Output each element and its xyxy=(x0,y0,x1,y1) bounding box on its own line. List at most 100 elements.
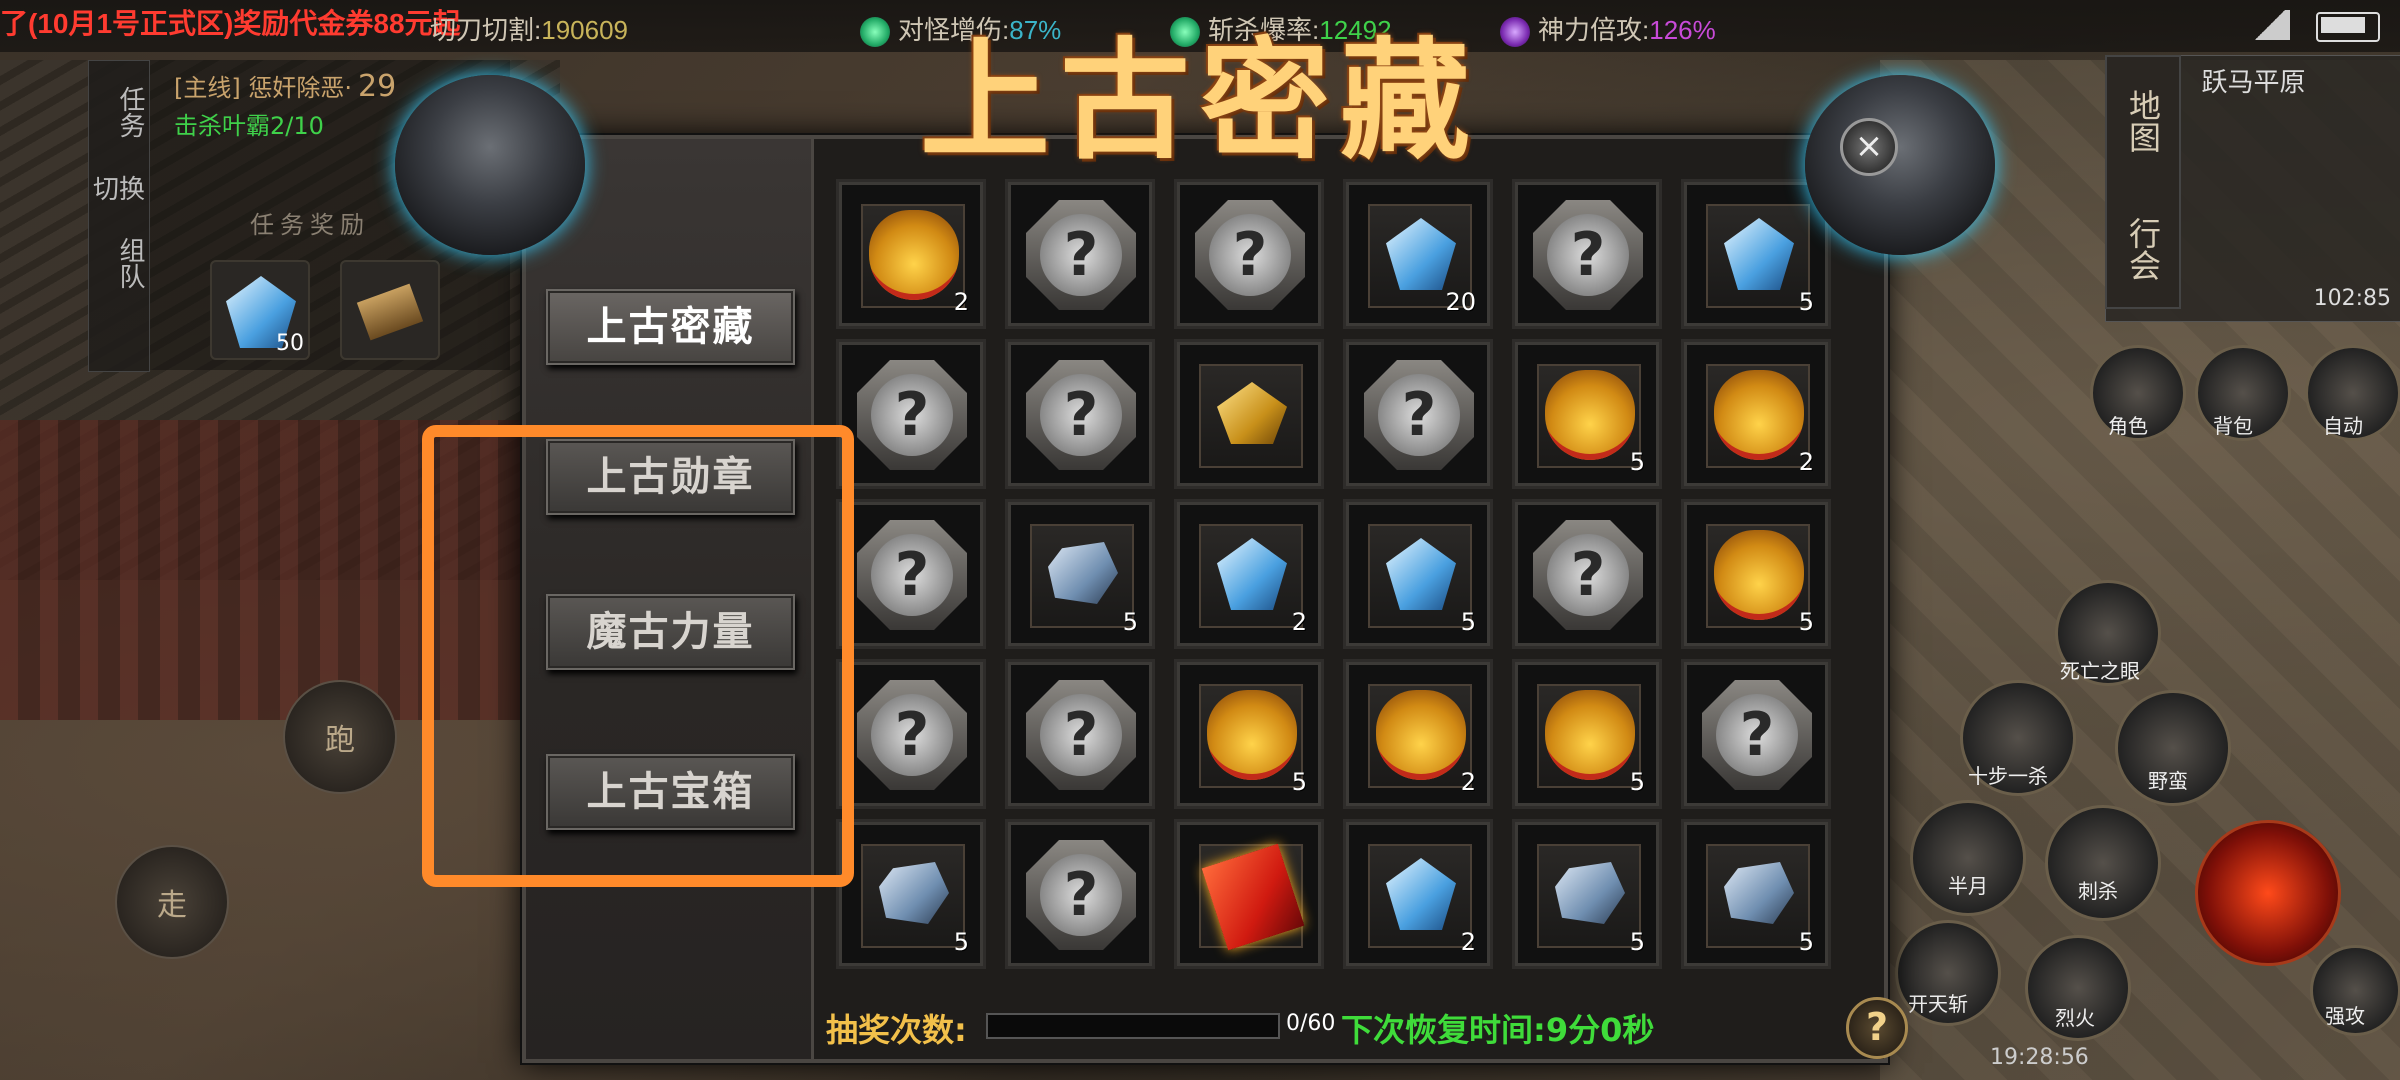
reward-slot[interactable] xyxy=(340,260,440,360)
walk-button[interactable]: 走 xyxy=(115,845,229,959)
skill-label: 死亡之眼 xyxy=(2060,659,2140,683)
mystery-slot[interactable]: ? xyxy=(836,659,986,809)
item-count: 2 xyxy=(1460,928,1476,956)
treasure-bag-icon xyxy=(1545,690,1635,780)
item-count: 2 xyxy=(1460,768,1476,796)
recover-value: 9分0秒 xyxy=(1545,1011,1655,1049)
skill-label: 野蛮 xyxy=(2148,769,2188,793)
mystery-slot[interactable]: ? xyxy=(1005,179,1155,329)
question-mark-glyph: ? xyxy=(1040,694,1122,776)
question-mark-glyph: ? xyxy=(1547,214,1629,296)
stat-label: 切刀切割: xyxy=(430,15,542,45)
draw-progress-bar xyxy=(986,1013,1280,1039)
reward-slot[interactable]: 2 xyxy=(1681,339,1831,489)
reward-slot[interactable]: 2 xyxy=(836,179,986,329)
reward-slot[interactable]: 5 xyxy=(1681,499,1831,649)
question-mark-icon: ? xyxy=(857,680,967,790)
mystery-slot[interactable]: ? xyxy=(1343,339,1493,489)
question-mark-glyph: ? xyxy=(871,534,953,616)
mystery-slot[interactable]: ? xyxy=(1005,659,1155,809)
question-mark-icon: ? xyxy=(1026,200,1136,310)
tab-quest[interactable]: 任务 xyxy=(89,61,149,163)
skill-label: 强攻 xyxy=(2325,1004,2365,1028)
help-button[interactable]: ? xyxy=(1846,997,1908,1059)
question-mark-glyph: ? xyxy=(871,374,953,456)
scroll-icon xyxy=(356,283,424,341)
quest-title[interactable]: [主线] 惩奸除恶· 29 xyxy=(174,68,396,104)
run-button[interactable]: 跑 xyxy=(283,680,397,794)
reward-slot[interactable]: 5 xyxy=(836,819,986,969)
skill-label: 自动 xyxy=(2323,414,2363,438)
question-mark-glyph: ? xyxy=(871,694,953,776)
main-attack-button[interactable] xyxy=(2195,820,2341,966)
mystery-slot[interactable]: ? xyxy=(1681,659,1831,809)
item-count: 5 xyxy=(1798,608,1814,636)
item-count: 5 xyxy=(1460,608,1476,636)
skill-label: 半月 xyxy=(1948,874,1988,898)
reward-slot[interactable]: 5 xyxy=(1343,499,1493,649)
reward-slot[interactable]: 5 xyxy=(1512,819,1662,969)
reward-slot[interactable]: 2 xyxy=(1343,659,1493,809)
item-count: 5 xyxy=(1629,928,1645,956)
question-mark-glyph: ? xyxy=(1040,854,1122,936)
treasure-bag-icon xyxy=(869,210,959,300)
question-mark-icon: ? xyxy=(1026,360,1136,470)
stat-cut: 切刀切割:190609 xyxy=(430,10,628,47)
item-count: 5 xyxy=(1798,288,1814,316)
reward-slot[interactable]: 5 xyxy=(1174,659,1324,809)
reward-slot[interactable]: 20 xyxy=(1343,179,1493,329)
question-mark-glyph: ? xyxy=(1040,214,1122,296)
tab-guild[interactable]: 行会 xyxy=(2124,185,2162,313)
stat-value: 126% xyxy=(1649,15,1716,45)
reward-slot[interactable]: 5 xyxy=(1512,659,1662,809)
reward-slot[interactable]: 2 xyxy=(1343,819,1493,969)
mystery-slot[interactable]: ? xyxy=(1174,179,1324,329)
announcement-text[interactable]: 了(10月1号正式区)奖励代金券88元起 xyxy=(0,2,461,42)
item-count: 2 xyxy=(1291,608,1307,636)
mystery-slot[interactable]: ? xyxy=(1005,819,1155,969)
question-mark-icon: ? xyxy=(1702,680,1812,790)
question-mark-icon: ? xyxy=(1533,520,1643,630)
reward-slot[interactable]: 2 xyxy=(1174,499,1324,649)
question-mark-icon: ? xyxy=(1533,200,1643,310)
skill-label: 刺杀 xyxy=(2078,879,2118,903)
draw-count: 0/60 xyxy=(1286,1011,1336,1036)
question-mark-glyph: ? xyxy=(1716,694,1798,776)
mystery-slot[interactable]: ? xyxy=(1512,499,1662,649)
reward-slot[interactable] xyxy=(1174,339,1324,489)
item-count: 5 xyxy=(953,928,969,956)
quest-objective[interactable]: 击杀叶霸2/10 xyxy=(174,106,324,141)
draw-status-bar: 抽奖次数: 0/60 下次恢复时间:9分0秒 ? xyxy=(816,997,1908,1059)
tab-ancient-treasure[interactable]: 上古密藏 xyxy=(546,289,795,365)
tab-team[interactable]: 组队 xyxy=(89,212,149,314)
tab-map[interactable]: 地图 xyxy=(2124,57,2162,185)
reward-slot[interactable]: 50 xyxy=(210,260,310,360)
map-coords: 102:85 xyxy=(2313,286,2391,311)
mystery-slot[interactable]: ? xyxy=(1512,179,1662,329)
treasure-bag-icon xyxy=(1714,370,1804,460)
quest-name: [主线] 惩奸除恶· xyxy=(174,74,352,102)
quest-side-tabs: 任务 切换 组队 xyxy=(88,60,150,372)
recover-time: 下次恢复时间:9分0秒 xyxy=(1341,1005,1654,1051)
reward-slot[interactable] xyxy=(1174,819,1324,969)
tab-switch[interactable]: 切换 xyxy=(89,163,149,212)
mystery-slot[interactable]: ? xyxy=(836,499,986,649)
reward-slot[interactable]: 5 xyxy=(1512,339,1662,489)
mystery-slot[interactable]: ? xyxy=(836,339,986,489)
map-tabs: 地图 行会 xyxy=(2105,55,2181,309)
mystery-slot[interactable]: ? xyxy=(1005,339,1155,489)
reward-slot[interactable]: 5 xyxy=(1681,179,1831,329)
tab-highlight-box xyxy=(422,425,854,887)
question-mark-icon: ? xyxy=(857,520,967,630)
treasure-bag-icon xyxy=(1714,530,1804,620)
recover-label: 下次恢复时间: xyxy=(1341,1011,1546,1049)
close-button[interactable]: × xyxy=(1840,118,1898,176)
treasure-bag-icon xyxy=(1376,690,1466,780)
reward-slot[interactable]: 5 xyxy=(1005,499,1155,649)
question-mark-icon: ? xyxy=(1364,360,1474,470)
item-count: 5 xyxy=(1291,768,1307,796)
question-mark-glyph: ? xyxy=(1209,214,1291,296)
reward-slot[interactable]: 5 xyxy=(1681,819,1831,969)
dialog-title: 上古密藏 xyxy=(919,24,1480,177)
item-count: 2 xyxy=(1798,448,1814,476)
